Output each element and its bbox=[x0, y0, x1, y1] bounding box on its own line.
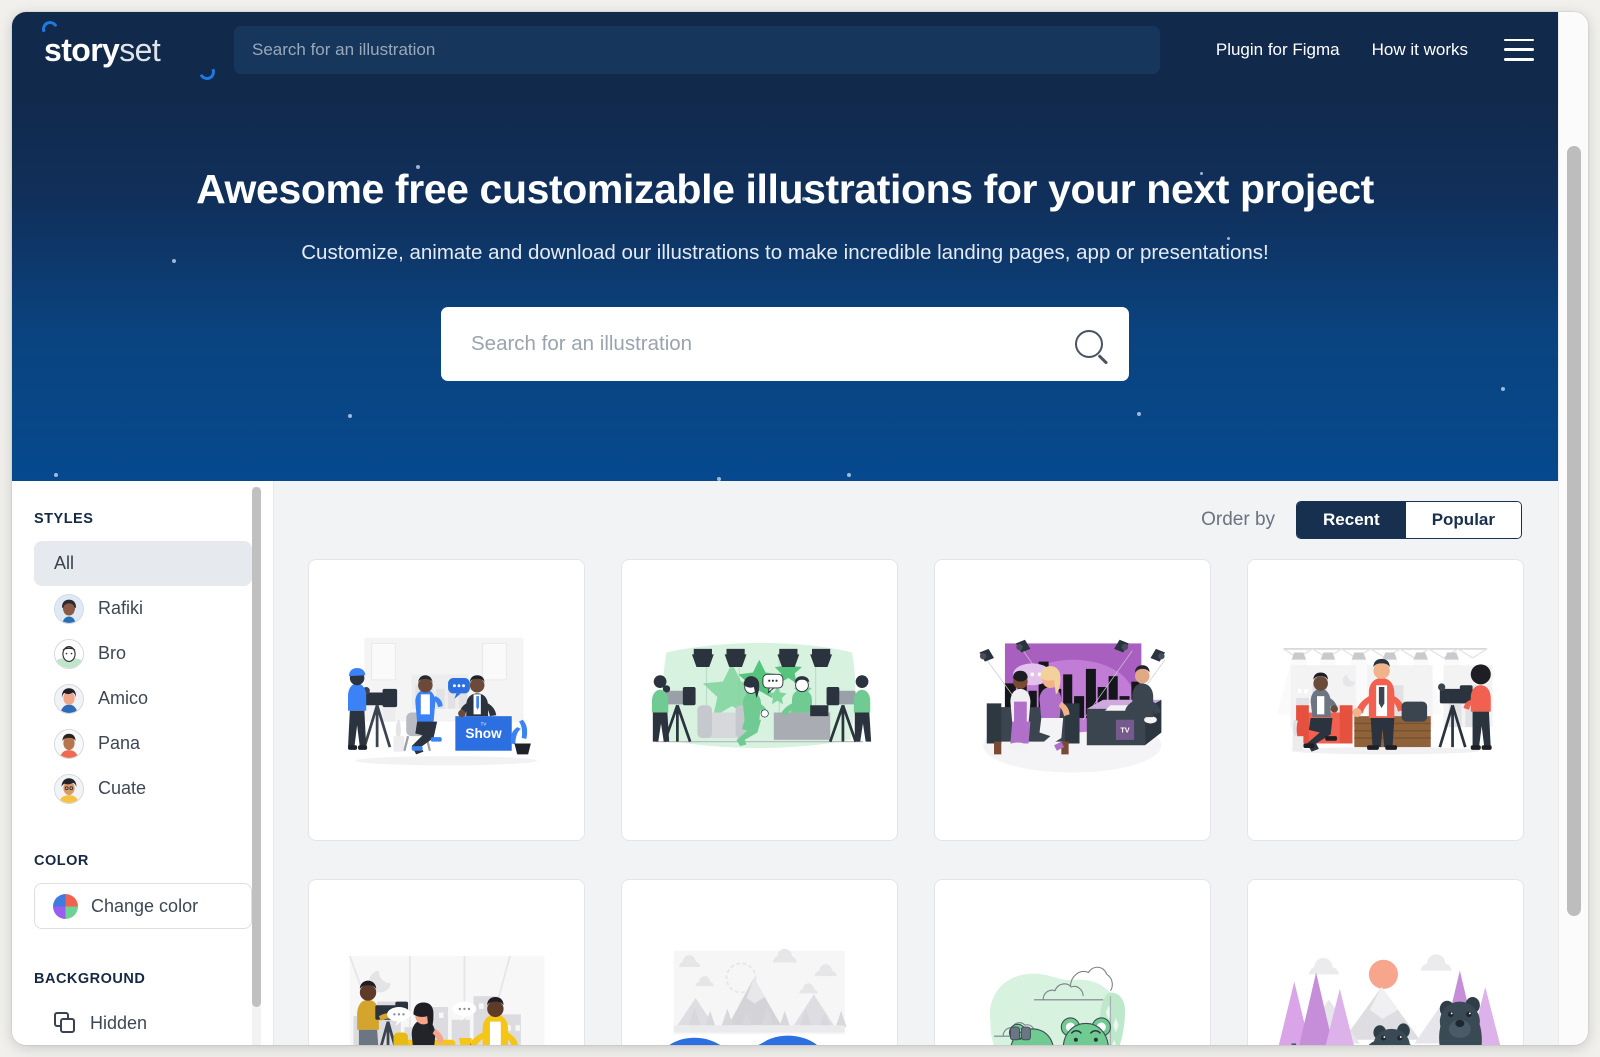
change-color-button[interactable]: Change color bbox=[34, 883, 252, 929]
logo-arc-bottom-icon bbox=[196, 61, 218, 82]
illustration-card[interactable] bbox=[621, 879, 898, 1045]
nav-search-box[interactable] bbox=[234, 25, 1160, 74]
illustration-card[interactable]: Show TV bbox=[308, 559, 585, 841]
order-by-segmented-control: Recent Popular bbox=[1296, 501, 1522, 539]
hero-search-box[interactable] bbox=[441, 307, 1129, 381]
content-area: STYLES All Rafiki Bro Amico Pana Cuate C… bbox=[12, 481, 1558, 1045]
illustration-card[interactable] bbox=[308, 879, 585, 1045]
style-label: Bro bbox=[98, 643, 127, 663]
nav-link-how-it-works[interactable]: How it works bbox=[1372, 40, 1468, 60]
hero-subtitle: Customize, animate and download our illu… bbox=[301, 241, 1269, 264]
browser-window: storyset Plugin for Figma How it works bbox=[12, 12, 1588, 1045]
order-by-bar: Order by Recent Popular bbox=[308, 481, 1524, 559]
style-label: Cuate bbox=[98, 778, 147, 798]
star-decoration bbox=[1501, 387, 1505, 391]
background-option-label: Hidden bbox=[90, 1012, 148, 1033]
color-heading: COLOR bbox=[34, 853, 89, 869]
sidebar-item-cuate[interactable]: Cuate bbox=[34, 766, 252, 811]
star-decoration bbox=[348, 414, 352, 418]
logo-text-primary: story bbox=[44, 31, 120, 68]
avatar-bro bbox=[54, 638, 84, 669]
hamburger-menu-icon[interactable] bbox=[1504, 38, 1534, 61]
sidebar-item-pana[interactable]: Pana bbox=[34, 721, 252, 766]
sidebar-scrollbar-thumb[interactable] bbox=[252, 487, 261, 1007]
style-label: Pana bbox=[98, 733, 141, 753]
avatar-amico bbox=[54, 683, 84, 714]
hamburger-bar bbox=[1504, 57, 1534, 61]
background-heading: BACKGROUND bbox=[34, 971, 146, 987]
order-by-recent-button[interactable]: Recent bbox=[1297, 502, 1406, 538]
logo-text-secondary: set bbox=[119, 31, 161, 68]
layers-icon bbox=[54, 1012, 76, 1034]
sidebar-item-amico[interactable]: Amico bbox=[34, 676, 252, 721]
star-decoration bbox=[54, 473, 58, 477]
order-by-popular-button[interactable]: Popular bbox=[1405, 502, 1521, 538]
sidebar-item-bro[interactable]: Bro bbox=[34, 631, 252, 676]
illustration-card[interactable] bbox=[1247, 879, 1524, 1045]
star-decoration bbox=[1137, 412, 1141, 416]
avatar-rafiki bbox=[54, 593, 84, 624]
star-decoration bbox=[847, 473, 851, 477]
svg-text:Show: Show bbox=[466, 726, 503, 741]
styles-heading: STYLES bbox=[34, 511, 94, 527]
illustration-card[interactable]: TV bbox=[934, 559, 1211, 841]
illustration-card[interactable] bbox=[934, 879, 1211, 1045]
nav-search-input[interactable] bbox=[252, 39, 1142, 60]
style-label: Rafiki bbox=[98, 598, 144, 618]
hero-search-input[interactable] bbox=[471, 332, 1063, 356]
illustration-grid: Show TV TV bbox=[308, 559, 1524, 1045]
change-color-label: Change color bbox=[91, 895, 199, 916]
hero-section: Awesome free customizable illustrations … bbox=[12, 87, 1558, 481]
color-wheel-icon bbox=[53, 893, 78, 919]
filters-sidebar: STYLES All Rafiki Bro Amico Pana Cuate C… bbox=[12, 481, 274, 1045]
hamburger-bar bbox=[1504, 48, 1534, 51]
svg-text:TV: TV bbox=[1121, 726, 1130, 735]
style-label: All bbox=[54, 553, 75, 573]
sidebar-item-all[interactable]: All bbox=[34, 541, 252, 586]
sidebar-item-background-hidden[interactable]: Hidden bbox=[34, 1001, 252, 1045]
avatar-cuate bbox=[54, 773, 84, 804]
page-scrollbar-thumb[interactable] bbox=[1567, 146, 1581, 916]
order-by-label: Order by bbox=[1201, 509, 1276, 530]
illustration-card[interactable] bbox=[1247, 559, 1524, 841]
style-label: Amico bbox=[98, 688, 149, 708]
hamburger-bar bbox=[1504, 38, 1534, 42]
svg-text:TV: TV bbox=[481, 721, 487, 726]
search-icon[interactable] bbox=[1075, 330, 1103, 358]
storyset-logo[interactable]: storyset bbox=[34, 18, 218, 82]
top-navigation-bar: storyset Plugin for Figma How it works bbox=[12, 12, 1558, 87]
desktop-background: storyset Plugin for Figma How it works bbox=[0, 0, 1600, 1057]
avatar-pana bbox=[54, 728, 84, 759]
sidebar-item-rafiki[interactable]: Rafiki bbox=[34, 586, 252, 631]
page-viewport: storyset Plugin for Figma How it works bbox=[12, 12, 1558, 1045]
nav-link-plugin-for-figma[interactable]: Plugin for Figma bbox=[1216, 40, 1340, 60]
hero-title: Awesome free customizable illustrations … bbox=[196, 166, 1374, 212]
results-panel: Order by Recent Popular Show TV TV bbox=[274, 481, 1558, 1045]
illustration-card[interactable] bbox=[621, 559, 898, 841]
